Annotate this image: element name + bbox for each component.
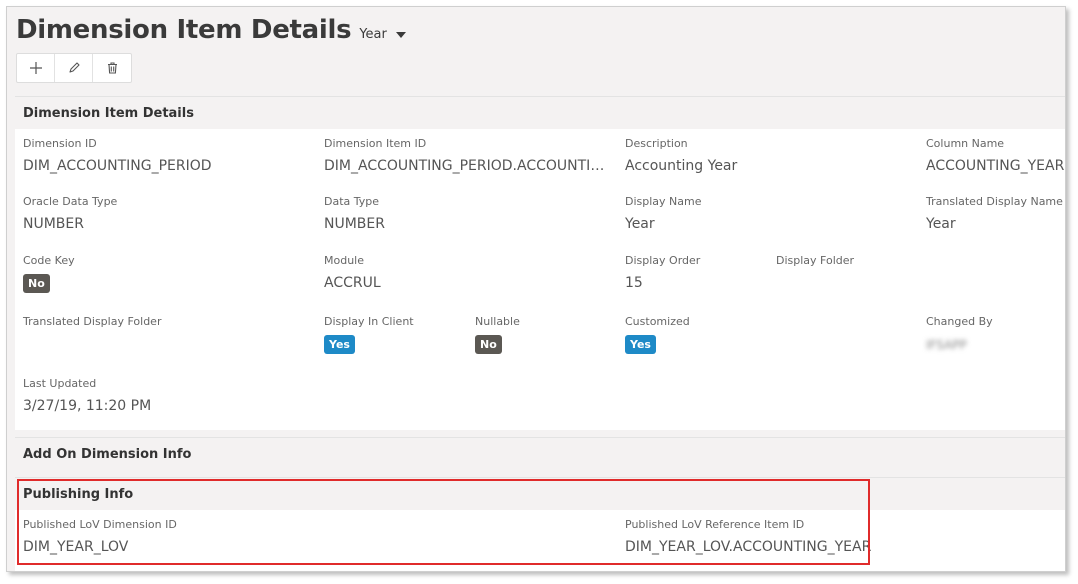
dimension-item-details-card: Dimension Item Details Dimension ID DIM_… <box>15 96 1065 430</box>
field-value: DIM_ACCOUNTING_PERIOD.ACCOUNTING... <box>324 158 614 174</box>
page-title: Dimension Item Details <box>16 15 352 45</box>
field-nullable: Nullable No <box>475 315 615 354</box>
delete-button[interactable] <box>93 54 131 82</box>
caret-down-icon[interactable] <box>395 31 406 38</box>
field-value: Year <box>926 216 956 232</box>
command-toolbar <box>16 53 132 83</box>
field-value: DIM_YEAR_LOV <box>23 539 129 555</box>
field-label: Column Name <box>926 137 1005 150</box>
field-label: Nullable <box>475 315 520 328</box>
field-label: Module <box>324 254 364 267</box>
field-last-updated: Last Updated 3/27/19, 11:20 PM <box>23 377 313 414</box>
card-header: Publishing Info <box>15 478 1065 510</box>
field-description: Description Accounting Year <box>625 137 915 174</box>
field-value: DIM_ACCOUNTING_PERIOD <box>23 158 212 174</box>
edit-button[interactable] <box>55 54 93 82</box>
field-dimension-id: Dimension ID DIM_ACCOUNTING_PERIOD <box>23 137 313 174</box>
publishing-info-card: Publishing Info Published LoV Dimension … <box>15 477 1065 571</box>
field-oracle-data-type: Oracle Data Type NUMBER <box>23 195 313 232</box>
field-label: Translated Display Name <box>926 195 1063 208</box>
status-badge: Yes <box>625 335 656 354</box>
plus-icon <box>29 62 42 74</box>
field-published-lov-dimension-id: Published LoV Dimension ID DIM_YEAR_LOV <box>23 518 423 555</box>
app-window: Dimension Item Details Year Dimension It… <box>6 6 1066 572</box>
field-label: Display Name <box>625 195 702 208</box>
field-module: Module ACCRUL <box>324 254 614 291</box>
title-row: Dimension Item Details Year <box>16 15 406 45</box>
field-label: Display In Client <box>324 315 414 328</box>
field-published-lov-reference-item-id: Published LoV Reference Item ID DIM_YEAR… <box>625 518 885 555</box>
field-value: 15 <box>625 275 643 291</box>
field-value: ACCRUL <box>324 275 381 291</box>
add-button[interactable] <box>17 54 55 82</box>
field-value: IFSAPP <box>926 338 967 352</box>
status-badge: Yes <box>324 335 355 354</box>
field-label: Customized <box>625 315 690 328</box>
field-display-order: Display Order 15 <box>625 254 765 291</box>
field-label: Data Type <box>324 195 380 208</box>
context-selector[interactable]: Year <box>359 27 406 42</box>
field-translated-display-folder: Translated Display Folder <box>23 315 313 336</box>
field-display-name: Display Name Year <box>625 195 915 232</box>
field-label: Code Key <box>23 254 75 267</box>
field-value: NUMBER <box>23 216 84 232</box>
field-changed-by: Changed By IFSAPP <box>926 315 1065 352</box>
card-header: Dimension Item Details <box>15 97 1065 129</box>
field-data-type: Data Type NUMBER <box>324 195 614 232</box>
status-badge: No <box>475 335 502 354</box>
field-value: Year <box>625 216 655 232</box>
field-code-key: Code Key No <box>23 254 313 293</box>
field-column-name: Column Name ACCOUNTING_YEAR <box>926 137 1065 174</box>
pencil-icon <box>68 62 80 73</box>
field-display-in-client: Display In Client Yes <box>324 315 464 354</box>
field-translated-display-name: Translated Display Name Year <box>926 195 1065 232</box>
trash-icon <box>107 62 117 74</box>
field-label: Oracle Data Type <box>23 195 118 208</box>
field-value: 3/27/19, 11:20 PM <box>23 398 152 414</box>
field-label: Dimension Item ID <box>324 137 427 150</box>
field-label: Display Order <box>625 254 701 267</box>
field-label: Description <box>625 137 688 150</box>
field-label: Published LoV Dimension ID <box>23 518 177 531</box>
field-label: Last Updated <box>23 377 97 390</box>
field-label: Dimension ID <box>23 137 97 150</box>
field-label: Translated Display Folder <box>23 315 162 328</box>
card-header: Add On Dimension Info <box>15 438 1065 470</box>
field-label: Published LoV Reference Item ID <box>625 518 805 531</box>
field-label: Changed By <box>926 315 993 328</box>
field-label: Display Folder <box>776 254 855 267</box>
field-value: DIM_YEAR_LOV.ACCOUNTING_YEAR <box>625 539 872 555</box>
field-dimension-item-id: Dimension Item ID DIM_ACCOUNTING_PERIOD.… <box>324 137 614 174</box>
field-display-folder: Display Folder <box>776 254 916 275</box>
field-value: Accounting Year <box>625 158 738 174</box>
field-value: NUMBER <box>324 216 385 232</box>
field-customized: Customized Yes <box>625 315 915 354</box>
field-value: ACCOUNTING_YEAR <box>926 158 1065 174</box>
status-badge: No <box>23 274 50 293</box>
add-on-dimension-info-card[interactable]: Add On Dimension Info <box>15 437 1065 470</box>
context-selector-label: Year <box>359 27 387 42</box>
